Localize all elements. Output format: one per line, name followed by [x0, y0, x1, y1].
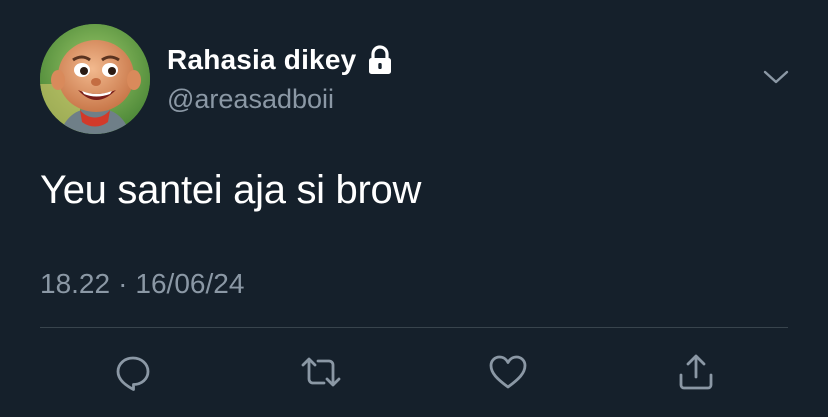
retweet-button[interactable]	[299, 350, 343, 394]
share-button[interactable]	[674, 350, 718, 394]
avatar[interactable]	[40, 24, 150, 134]
tweet-date: 16/06/24	[135, 268, 245, 299]
like-icon	[487, 352, 529, 392]
display-name-row: Rahasia dikey	[167, 42, 394, 78]
lock-icon	[366, 45, 394, 75]
reply-button[interactable]	[111, 350, 155, 394]
tweet-card: Rahasia dikey @areasadboii Yeu santei aj…	[0, 0, 828, 417]
display-name[interactable]: Rahasia dikey	[167, 44, 356, 76]
more-options-chevron-down-icon[interactable]	[762, 66, 790, 90]
reply-icon	[113, 352, 153, 392]
tweet-time: 18.22	[40, 268, 111, 299]
cartoon-boy-avatar	[40, 24, 150, 134]
retweet-icon	[299, 352, 343, 392]
like-button[interactable]	[486, 350, 530, 394]
timestamp-separator: ·	[118, 268, 128, 299]
user-handle[interactable]: @areasadboii	[167, 84, 334, 115]
share-icon	[676, 352, 716, 392]
tweet-text: Yeu santei aja si brow	[40, 168, 422, 212]
divider	[40, 327, 788, 328]
tweet-timestamp[interactable]: 18.22 · 16/06/24	[40, 268, 244, 300]
